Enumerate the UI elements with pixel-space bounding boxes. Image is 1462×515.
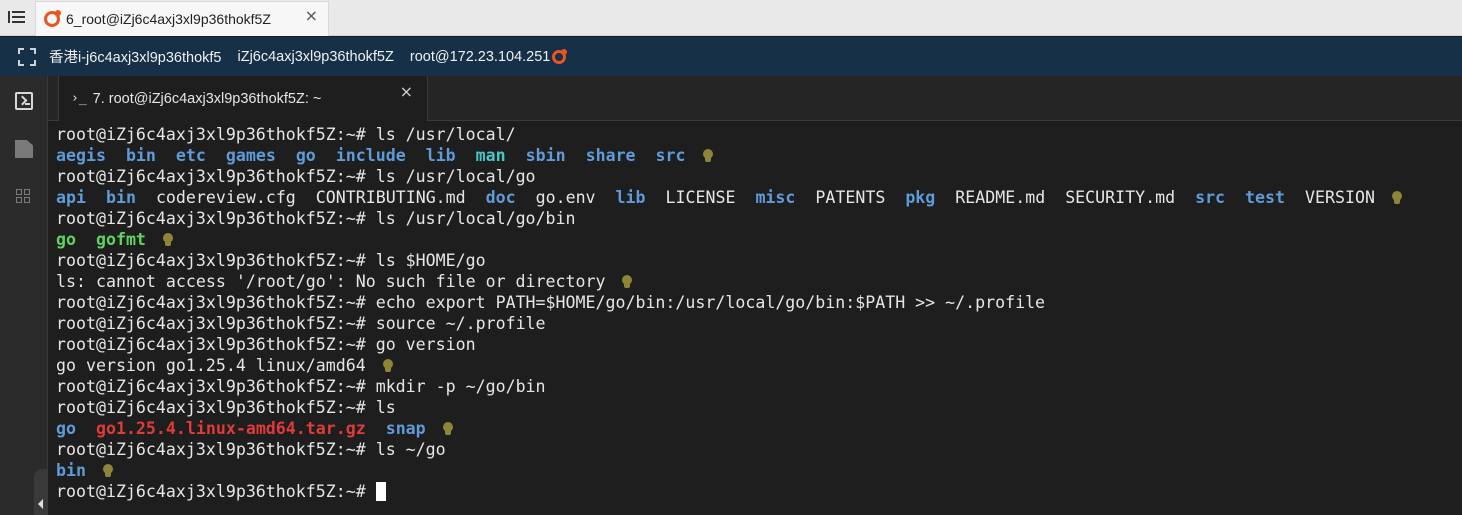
output-line: api bin codereview.cfg CONTRIBUTING.md d… bbox=[56, 187, 1462, 208]
command-line: root@iZj6c4axj3xl9p36thokf5Z:~# mkdir -p… bbox=[56, 377, 546, 396]
command-line: root@iZj6c4axj3xl9p36thokf5Z:~# ls /usr/… bbox=[56, 167, 536, 186]
host-name: 香港i-j6c4axj3xl9p36thokf5 bbox=[49, 50, 222, 66]
command-line: root@iZj6c4axj3xl9p36thokf5Z:~# ls $HOME… bbox=[56, 251, 486, 270]
user-host: root@172.23.104.251 bbox=[409, 48, 551, 65]
expand-icon[interactable] bbox=[17, 47, 37, 67]
command-line: root@iZj6c4axj3xl9p36thokf5Z:~# ls bbox=[56, 398, 396, 417]
prompt-icon: ›_ bbox=[71, 91, 87, 106]
lightbulb-icon[interactable] bbox=[702, 149, 714, 163]
output-line: go version go1.25.4 linux/amd64 bbox=[56, 355, 1462, 376]
ubuntu-logo-icon bbox=[552, 48, 568, 64]
terminal-icon[interactable] bbox=[15, 92, 33, 110]
close-icon[interactable]: × bbox=[305, 6, 318, 25]
command-line: root@iZj6c4axj3xl9p36thokf5Z:~# go versi… bbox=[56, 335, 476, 354]
output-line: aegis bin etc games go include lib man s… bbox=[56, 145, 1462, 166]
output-line: bin bbox=[56, 460, 1462, 481]
command-line: root@iZj6c4axj3xl9p36thokf5Z:~# ls ~/go bbox=[56, 440, 446, 459]
close-icon[interactable]: × bbox=[400, 82, 413, 101]
command-line: root@iZj6c4axj3xl9p36thokf5Z:~# source ~… bbox=[56, 314, 546, 333]
terminal-tab[interactable]: ›_ 7. root@iZj6c4axj3xl9p36thokf5Z: ~ × bbox=[58, 76, 428, 121]
terminal-output[interactable]: root@iZj6c4axj3xl9p36thokf5Z:~# ls /usr/… bbox=[48, 122, 1462, 515]
lightbulb-icon[interactable] bbox=[621, 275, 633, 289]
lightbulb-icon[interactable] bbox=[1391, 191, 1403, 205]
lightbulb-icon[interactable] bbox=[382, 359, 394, 373]
output-line: go go1.25.4.linux-amd64.tar.gz snap bbox=[56, 418, 1462, 439]
command-line: root@iZj6c4axj3xl9p36thokf5Z:~# ls /usr/… bbox=[56, 209, 576, 228]
output-line: ls: cannot access '/root/go': No such fi… bbox=[56, 271, 1462, 292]
command-line: root@iZj6c4axj3xl9p36thokf5Z:~# bbox=[56, 481, 1462, 502]
lightbulb-icon[interactable] bbox=[162, 233, 174, 247]
menu-icon[interactable] bbox=[8, 8, 26, 26]
session-tab[interactable]: 6_root@iZj6c4axj3xl9p36thokf5Z × bbox=[35, 1, 329, 36]
lightbulb-icon[interactable] bbox=[102, 464, 114, 478]
output-line: go gofmt bbox=[56, 229, 1462, 250]
terminal-tab-label: 7. root@iZj6c4axj3xl9p36thokf5Z: ~ bbox=[92, 90, 322, 107]
host-info-bar: 香港i-j6c4axj3xl9p36thokf5 iZj6c4axj3xl9p3… bbox=[0, 37, 1462, 76]
command-line: root@iZj6c4axj3xl9p36thokf5Z:~# echo exp… bbox=[56, 293, 1046, 312]
file-icon[interactable] bbox=[15, 140, 33, 158]
terminal-tab-strip: ›_ 7. root@iZj6c4axj3xl9p36thokf5Z: ~ × bbox=[48, 76, 1462, 121]
instance-id: iZj6c4axj3xl9p36thokf5Z bbox=[237, 48, 394, 65]
grid-icon[interactable] bbox=[15, 188, 33, 206]
window-tab-bar: 6_root@iZj6c4axj3xl9p36thokf5Z × bbox=[0, 0, 1462, 36]
ubuntu-logo-icon bbox=[44, 10, 61, 27]
command-line: root@iZj6c4axj3xl9p36thokf5Z:~# ls /usr/… bbox=[56, 125, 516, 144]
session-tab-label: 6_root@iZj6c4axj3xl9p36thokf5Z bbox=[66, 11, 271, 27]
activity-bar bbox=[0, 76, 48, 515]
lightbulb-icon[interactable] bbox=[442, 422, 454, 436]
collapse-sidebar-handle[interactable] bbox=[34, 469, 48, 515]
text-cursor bbox=[375, 482, 386, 501]
